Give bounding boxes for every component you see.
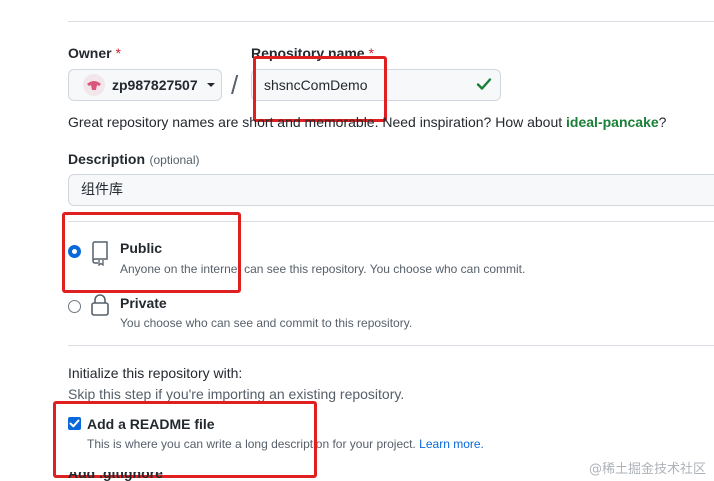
name-suggestion-link[interactable]: ideal-pancake [566, 114, 659, 130]
gitignore-label-text: Add .gitignore [68, 472, 163, 481]
hint-suffix: ? [658, 114, 667, 130]
top-divider [68, 21, 714, 22]
description-input[interactable]: 组件库 [68, 174, 714, 206]
annotation-box-repo-name [253, 56, 387, 122]
owner-label: Owner * [68, 45, 121, 61]
avatar [83, 74, 105, 96]
visibility-divider-bottom [68, 345, 714, 346]
initialize-heading: Initialize this repository with: [68, 365, 243, 381]
check-icon [476, 78, 492, 90]
gitignore-label-partial: Add .gitignore [68, 472, 163, 481]
description-optional-tag: (optional) [149, 153, 200, 167]
private-title: Private [120, 295, 167, 311]
annotation-box-public [62, 212, 241, 293]
lock-icon [91, 294, 109, 316]
learn-more-link[interactable]: Learn more. [419, 437, 484, 451]
private-radio[interactable] [68, 300, 81, 313]
owner-required-mark: * [115, 45, 121, 61]
description-label-text: Description [68, 151, 146, 167]
owner-repo-separator: / [231, 70, 239, 100]
private-subtitle: You choose who can see and commit to thi… [120, 316, 413, 330]
avatar-icon [87, 81, 101, 90]
initialize-subheading: Skip this step if you're importing an ex… [68, 386, 405, 402]
owner-username: zp987827507 [112, 77, 198, 93]
description-label: Description (optional) [68, 151, 200, 169]
chevron-down-icon [206, 83, 215, 87]
repository-name-hint: Great repository names are short and mem… [68, 114, 666, 130]
watermark: @稀土掘金技术社区 [588, 462, 706, 477]
owner-select-button[interactable]: zp987827507 [68, 69, 222, 101]
owner-label-text: Owner [68, 45, 112, 61]
hint-text: Great repository names are short and mem… [68, 114, 563, 130]
annotation-box-readme [53, 401, 317, 478]
